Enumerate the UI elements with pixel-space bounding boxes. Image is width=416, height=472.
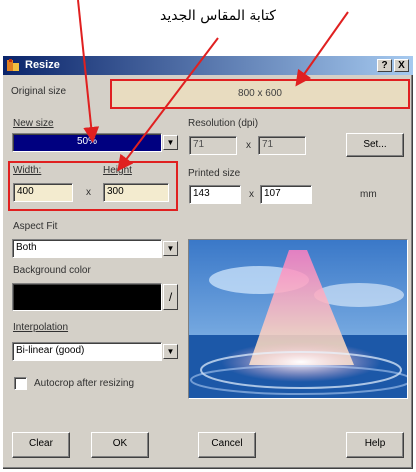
preview-image [188,239,408,399]
chevron-down-icon[interactable]: ▼ [163,241,178,256]
aspect-fit-label: Aspect Fit [13,221,58,232]
original-size-value: 800 x 600 [110,79,410,109]
width-height-separator: x [86,187,91,198]
title-bar[interactable]: Resize ? X [3,56,413,75]
dimensions-group: Width: 400 x Height 300 [8,161,178,211]
interpolation-value: Bi-linear (good) [12,342,162,361]
width-input[interactable]: 400 [13,183,73,202]
color-picker-icon[interactable]: / [163,284,178,310]
app-icon [7,59,19,71]
new-size-label: New size [13,118,54,129]
ok-button[interactable]: OK [91,432,149,458]
height-input[interactable]: 300 [103,183,169,202]
width-label: Width: [13,165,42,176]
chevron-down-icon[interactable]: ▼ [163,344,178,359]
background-color-picker[interactable]: / [12,283,178,311]
new-size-value: 50% [12,133,162,152]
cancel-button[interactable]: Cancel [198,432,256,458]
aspect-fit-dropdown[interactable]: Both ▼ [12,239,178,258]
height-label: Height [103,165,132,176]
resolution-x-input[interactable]: 71 [189,136,237,155]
interpolation-label: Interpolation [13,322,69,333]
printed-size-separator: x [249,189,254,200]
chevron-down-icon[interactable]: ▼ [163,135,178,150]
help-button[interactable]: Help [346,432,404,458]
autocrop-checkbox[interactable] [14,377,27,390]
resolution-label: Resolution (dpi) [188,118,259,129]
close-button[interactable]: X [394,59,409,72]
autocrop-label: Autocrop after resizing [34,378,135,389]
printed-height-input[interactable]: 107 [260,185,312,204]
preview-artwork [189,240,407,398]
printed-size-unit: mm [360,189,377,200]
clear-button[interactable]: Clear [12,432,70,458]
aspect-fit-value: Both [12,239,162,258]
set-button[interactable]: Set... [346,133,404,157]
original-size-label: Original size [11,86,67,97]
printed-size-label: Printed size [188,168,241,179]
printed-width-input[interactable]: 143 [189,185,241,204]
annotation-caption: كتابة المقاس الجديد [160,8,276,24]
help-title-button[interactable]: ? [377,59,392,72]
background-color-swatch [12,283,162,311]
resize-dialog: Resize ? X Original size 800 x 600 New s… [2,55,414,470]
resolution-separator: x [246,140,251,151]
window-title: Resize [25,59,60,71]
background-color-label: Background color [13,265,91,276]
interpolation-dropdown[interactable]: Bi-linear (good) ▼ [12,342,178,361]
new-size-dropdown[interactable]: 50% ▼ [12,133,178,152]
resolution-y-input[interactable]: 71 [258,136,306,155]
